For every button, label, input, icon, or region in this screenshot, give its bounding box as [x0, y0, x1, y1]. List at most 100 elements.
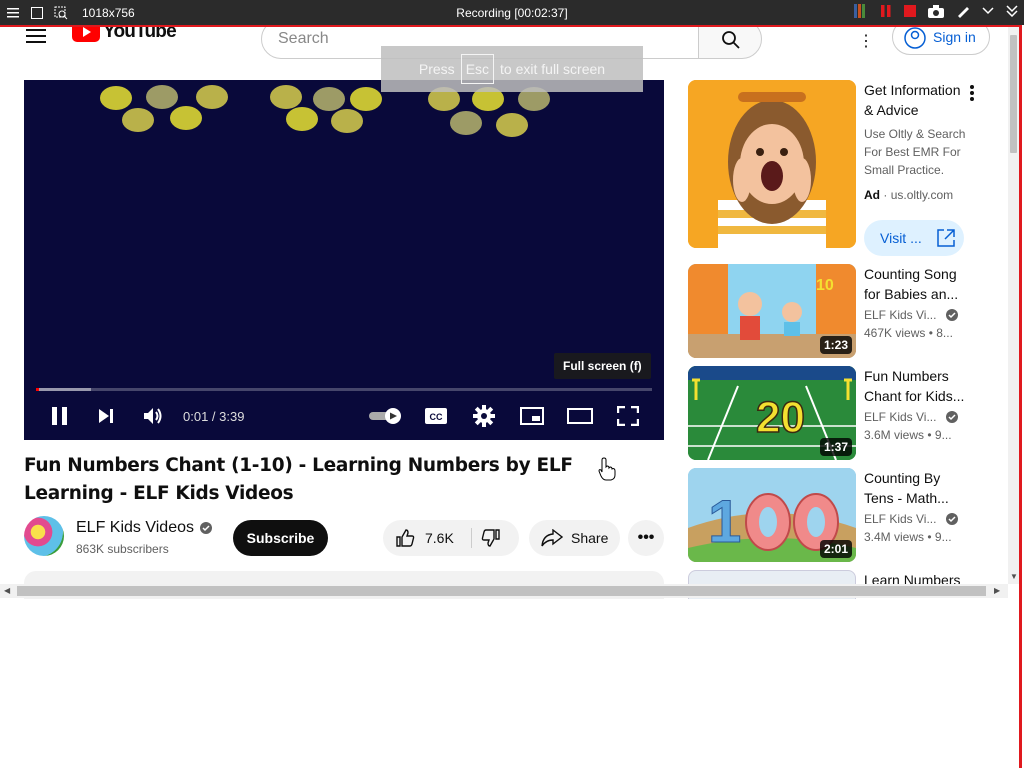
pause-button[interactable] — [44, 402, 76, 430]
esc-key-label: Esc — [460, 54, 495, 84]
youtube-logo[interactable]: YouTube — [72, 27, 177, 43]
settings-button[interactable] — [468, 402, 500, 430]
time-display: 0:01 / 3:39 — [183, 409, 245, 424]
video-coin-dot — [196, 85, 228, 109]
progress-played — [36, 388, 40, 391]
search-button[interactable] — [698, 27, 762, 59]
share-button[interactable]: Share — [529, 520, 620, 556]
thumbs-up-icon — [396, 529, 415, 547]
exit-fullscreen-hint: Press Esc to exit full screen — [381, 46, 643, 92]
capture-size-label: 1018x756 — [82, 5, 135, 20]
duration-badge: 1:37 — [819, 438, 852, 456]
channel-label: ELF Kids Vi... — [864, 308, 937, 322]
stop-recording-icon[interactable] — [904, 5, 916, 20]
recommendation-title[interactable]: Counting Song for Babies an... — [864, 264, 968, 304]
recommendation-thumbnail[interactable]: 1 2:01 — [688, 468, 856, 562]
cc-icon: CC — [425, 408, 447, 424]
collapse-icon[interactable] — [982, 5, 994, 20]
share-icon — [541, 529, 563, 547]
hint-prefix: Press — [418, 61, 455, 77]
video-coin-dot — [100, 86, 132, 110]
hamburger-menu-icon[interactable] — [26, 29, 46, 43]
camera-icon[interactable] — [928, 4, 944, 21]
like-button[interactable]: 7.6K — [395, 528, 454, 548]
video-coin-dot — [496, 113, 528, 137]
recommendation-item[interactable]: 20 1:37 Fun Numbers Chant for Kids... EL… — [688, 366, 988, 460]
ad-options-icon[interactable] — [968, 84, 976, 107]
recommendation-title[interactable]: Counting By Tens - Math... — [864, 468, 968, 508]
channel-name: ELF Kids Videos — [76, 519, 194, 536]
menu-icon[interactable] — [6, 6, 20, 20]
miniplayer-button[interactable] — [516, 402, 548, 430]
recommendation-channel: ELF Kids Vi... — [864, 512, 959, 526]
youtube-play-icon — [72, 27, 100, 42]
video-coin-dot — [122, 108, 154, 132]
video-coin-dot — [350, 87, 382, 111]
duration-badge: 1:23 — [819, 336, 852, 354]
scroll-left-arrow-icon[interactable]: ◀ — [4, 586, 10, 595]
pause-recording-icon[interactable] — [880, 5, 892, 20]
horizontal-scrollbar[interactable]: ◀ ▶ — [0, 584, 1008, 598]
next-button[interactable] — [90, 402, 122, 430]
subscribe-button[interactable]: Subscribe — [233, 520, 328, 556]
channel-label: ELF Kids Vi... — [864, 410, 937, 424]
verified-badge-icon — [946, 309, 959, 321]
progress-buffered — [36, 388, 92, 391]
scroll-right-arrow-icon[interactable]: ▶ — [994, 586, 1000, 595]
age-label: • 9... — [927, 530, 952, 544]
double-chevron-icon[interactable] — [1006, 5, 1018, 20]
visit-ad-button[interactable]: Visit ... — [864, 220, 964, 256]
account-icon — [904, 27, 926, 49]
more-horizontal-icon: ••• — [637, 529, 655, 546]
share-label: Share — [571, 530, 609, 546]
channel-avatar[interactable] — [24, 516, 64, 556]
dislike-button[interactable] — [481, 528, 501, 553]
theater-mode-button[interactable] — [564, 402, 596, 430]
video-coin-dot — [450, 111, 482, 135]
recorder-toolbar: 1018x756 Recording [00:02:37] — [0, 0, 1024, 25]
visit-label: Visit ... — [880, 230, 922, 246]
subtitles-button[interactable]: CC — [420, 402, 452, 430]
svg-text:1: 1 — [708, 488, 741, 555]
recommendation-thumbnail[interactable]: 20 1:37 — [688, 366, 856, 460]
recommendation-views: 467K views • 8... — [864, 326, 953, 340]
recommendation-channel: ELF Kids Vi... — [864, 410, 959, 424]
fullscreen-icon — [617, 406, 639, 426]
browser-viewport: YouTube Search ⋮ Sign in Full screen (f) — [0, 27, 1019, 599]
progress-bar[interactable] — [36, 388, 652, 391]
window-icon[interactable] — [30, 6, 44, 20]
gear-icon — [473, 405, 495, 427]
recommendation-title[interactable]: Fun Numbers Chant for Kids... — [864, 366, 968, 406]
vertical-scroll-thumb[interactable] — [1010, 35, 1017, 153]
volume-icon — [144, 408, 162, 424]
more-actions-button[interactable]: ••• — [628, 520, 664, 556]
ad-thumbnail[interactable] — [688, 80, 856, 248]
ad-title[interactable]: Get Information & Advice — [864, 80, 968, 120]
fullscreen-button[interactable] — [612, 402, 644, 430]
skip-next-icon — [99, 409, 113, 423]
ad-image — [688, 80, 856, 248]
video-player[interactable]: Full screen (f) 0:01 / 3:39 CC — [24, 80, 664, 440]
recommendation-item[interactable]: 1 2:01 Counting By Tens - Math... ELF Ki… — [688, 468, 988, 562]
pen-icon[interactable] — [956, 4, 970, 21]
recommendation-thumbnail[interactable]: 10 1:23 — [688, 264, 856, 358]
vertical-scrollbar[interactable]: ▼ — [1008, 27, 1019, 584]
mute-button[interactable] — [137, 402, 169, 430]
verified-badge-icon — [200, 522, 212, 534]
hand-cursor-icon — [598, 457, 616, 481]
region-select-icon[interactable] — [54, 6, 68, 20]
like-count: 7.6K — [425, 530, 454, 546]
scroll-down-arrow-icon[interactable]: ▼ — [1010, 572, 1018, 581]
autoplay-toggle[interactable] — [368, 402, 404, 430]
sign-in-button[interactable]: Sign in — [892, 27, 990, 55]
channel-name-link[interactable]: ELF Kids Videos — [76, 519, 212, 537]
video-title: Fun Numbers Chant (1-10) - Learning Numb… — [24, 455, 573, 504]
video-coin-dot — [170, 106, 202, 130]
views-label: 3.6M views — [864, 428, 925, 442]
settings-kebab-icon[interactable]: ⋮ — [858, 31, 874, 51]
views-label: 467K views — [864, 326, 926, 340]
search-placeholder: Search — [278, 30, 329, 47]
youtube-wordmark: YouTube — [103, 27, 177, 42]
recommendation-item[interactable]: 10 1:23 Counting Song for Babies an... E… — [688, 264, 988, 358]
horizontal-scroll-thumb[interactable] — [17, 586, 986, 596]
